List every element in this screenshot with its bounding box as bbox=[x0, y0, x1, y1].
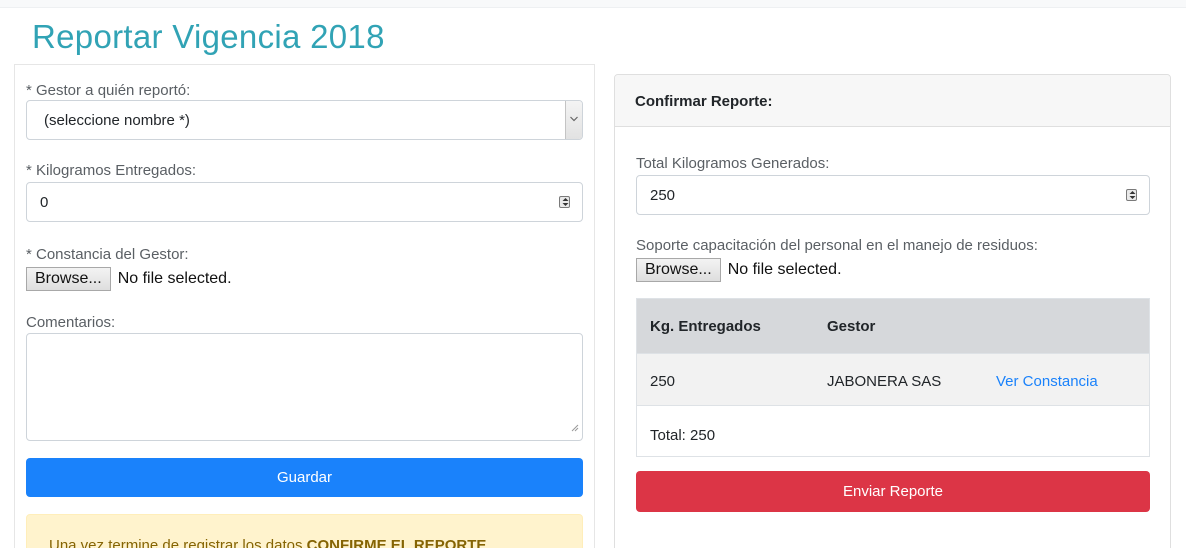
number-stepper-icon[interactable] bbox=[1126, 189, 1137, 201]
top-bar bbox=[0, 0, 1186, 8]
browse-button[interactable]: Browse... bbox=[636, 258, 721, 282]
table-total: Total: 250 bbox=[650, 427, 716, 444]
number-stepper-icon[interactable] bbox=[559, 196, 570, 208]
gestor-select[interactable]: (seleccione nombre *) bbox=[26, 100, 583, 140]
send-report-button[interactable]: Enviar Reporte bbox=[636, 471, 1150, 512]
alert-end: . bbox=[486, 537, 491, 548]
file-status: No file selected. bbox=[727, 261, 842, 278]
ver-constancia-link[interactable]: Ver Constancia bbox=[996, 373, 1098, 390]
save-button[interactable]: Guardar bbox=[26, 458, 583, 497]
total-kg-value: 250 bbox=[650, 187, 676, 204]
constancia-label: * Constancia del Gestor: bbox=[26, 246, 189, 263]
cell-kg: 250 bbox=[650, 373, 676, 390]
card-header: Confirmar Reporte: bbox=[615, 75, 1170, 127]
chevron-down-icon[interactable] bbox=[565, 101, 582, 139]
file-status: No file selected. bbox=[117, 270, 232, 287]
confirm-warning-alert: Una vez termine de registrar los datos C… bbox=[26, 514, 583, 548]
total-kg-input[interactable]: 250 bbox=[636, 175, 1150, 215]
soporte-label: Soporte capacitación del personal en el … bbox=[636, 237, 1038, 254]
table-row: 250 JABONERA SAS Ver Constancia bbox=[637, 353, 1149, 405]
total-kg-label: Total Kilogramos Generados: bbox=[636, 155, 830, 172]
gestor-label: * Gestor a quién reportó: bbox=[26, 82, 191, 99]
gestor-select-value: (seleccione nombre *) bbox=[44, 112, 190, 129]
table-total-row: Total: 250 bbox=[637, 405, 1149, 456]
card-title: Confirmar Reporte: bbox=[635, 93, 773, 110]
cell-gestor: JABONERA SAS bbox=[827, 373, 942, 390]
deliveries-table: Kg. Entregados Gestor 250 JABONERA SAS V… bbox=[636, 298, 1150, 457]
comentarios-textarea[interactable] bbox=[26, 333, 583, 441]
kilos-label: * Kilogramos Entregados: bbox=[26, 162, 197, 179]
column-header-gestor: Gestor bbox=[827, 318, 876, 335]
comentarios-label: Comentarios: bbox=[26, 314, 116, 331]
alert-text: Una vez termine de registrar los datos bbox=[49, 537, 307, 548]
column-header-kg: Kg. Entregados bbox=[650, 318, 761, 335]
resize-handle-icon[interactable] bbox=[571, 419, 579, 437]
page-title: Reportar Vigencia 2018 bbox=[32, 18, 385, 55]
kilos-input[interactable]: 0 bbox=[26, 182, 583, 222]
table-header-row: Kg. Entregados Gestor bbox=[637, 299, 1149, 353]
constancia-file-input[interactable]: Browse... No file selected. bbox=[26, 267, 232, 291]
alert-strong-text: CONFIRME EL REPORTE bbox=[306, 537, 487, 548]
browse-button[interactable]: Browse... bbox=[26, 267, 111, 291]
soporte-file-input[interactable]: Browse... No file selected. bbox=[636, 258, 842, 282]
kilos-input-value: 0 bbox=[40, 194, 49, 211]
